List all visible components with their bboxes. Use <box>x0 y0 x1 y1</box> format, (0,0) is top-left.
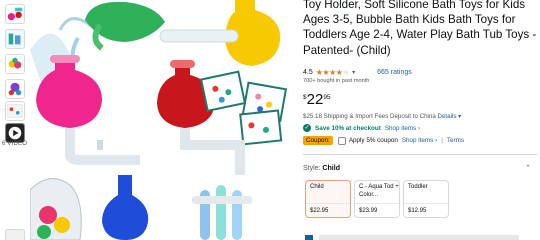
save-offer: ✓ Save 10% at checkout Shop items › <box>303 124 420 132</box>
thumbnail-column: 6 VIDEO <box>0 0 30 240</box>
coupon-shop-items-link[interactable]: Shop items <box>402 137 434 144</box>
product-thumb-icon <box>6 5 24 23</box>
bought-in-past-month: 700+ bought in past month <box>303 78 370 84</box>
save-text: Save 10% at checkout <box>315 124 381 132</box>
product-thumb-icon <box>6 55 24 73</box>
divider <box>306 203 350 204</box>
thumbnail-2[interactable] <box>5 29 25 49</box>
shop-items-link[interactable]: Shop items <box>385 125 417 132</box>
product-thumb-icon <box>6 102 24 120</box>
product-title: Toy Holder, Soft Silicone Bath Toys for … <box>303 0 537 57</box>
video-count-label: 6 VIDEO <box>2 141 28 147</box>
ratings-count-link[interactable]: 665 ratings <box>377 69 412 76</box>
coupon-badge: Coupon: <box>303 136 333 145</box>
product-thumb-icon <box>6 30 24 48</box>
separator: | <box>441 137 443 144</box>
bath-toy-illustration <box>30 0 288 240</box>
coupon-text[interactable]: Apply 5% coupon <box>349 137 398 144</box>
style-option-name: Toddler <box>408 184 428 190</box>
thumbnail-3[interactable] <box>5 54 25 74</box>
clipped-icon <box>305 235 313 240</box>
divider <box>303 154 538 155</box>
thumbnail-video[interactable] <box>5 123 25 143</box>
shipping-text: $25.18 Shipping & Import Fees Deposit to… <box>303 113 436 120</box>
price-fraction: 95 <box>323 94 331 101</box>
divider <box>404 203 448 204</box>
thumbnail-more[interactable] <box>5 229 25 240</box>
chevron-down-icon[interactable]: ▾ <box>352 69 355 76</box>
style-option-price: $23.99 <box>359 208 378 214</box>
chevron-up-icon[interactable]: ⌃ <box>525 164 531 172</box>
play-icon <box>8 126 22 140</box>
thumbnail-1[interactable] <box>5 4 25 24</box>
price-whole: 22 <box>306 91 324 108</box>
details-chevron-icon[interactable]: ▾ <box>458 113 461 120</box>
price: $ 22 95 <box>303 92 331 107</box>
main-product-image[interactable] <box>30 0 295 240</box>
divider <box>355 203 399 204</box>
shipping-info: $25.18 Shipping & Import Fees Deposit to… <box>303 113 461 120</box>
thumbnail-4[interactable] <box>5 79 25 99</box>
style-label: Style: <box>303 165 321 172</box>
checkmark-icon: ✓ <box>303 124 311 132</box>
style-option-aqua-toddler[interactable]: C - Aqua Tod + Color... $23.99 <box>354 180 400 218</box>
clipped-content <box>303 234 538 240</box>
star-rating-icon[interactable]: ★★★★★ <box>316 68 350 77</box>
style-option-toddler[interactable]: Toddler $12.95 <box>403 180 449 218</box>
style-option-price: $22.95 <box>310 208 329 214</box>
style-option-name: C - Aqua Tod + Color... <box>359 184 399 198</box>
rating-value: 4.5 <box>303 68 313 76</box>
coupon-chevron-icon: › <box>433 137 438 144</box>
style-option-name: Child <box>310 184 324 190</box>
product-info-panel: Toy Holder, Soft Silicone Bath Toys for … <box>303 0 540 240</box>
style-option-price: $12.95 <box>408 208 427 214</box>
rating-row: 4.5 ★★★★★ ▾ 665 ratings <box>303 66 412 78</box>
clipped-text <box>319 235 519 240</box>
coupon-checkbox[interactable] <box>337 136 346 145</box>
style-option-child[interactable]: Child $22.95 <box>305 180 351 218</box>
coupon-row: Coupon: Apply 5% coupon Shop items › | T… <box>303 136 464 145</box>
style-value: Child <box>322 165 340 172</box>
shipping-details-link[interactable]: Details <box>438 113 457 120</box>
thumbnail-5[interactable] <box>5 101 25 121</box>
chevron-right-icon: › <box>416 124 421 132</box>
product-thumb-icon <box>6 80 24 98</box>
style-selector-header[interactable]: Style: Child ⌃ <box>303 165 531 172</box>
terms-link[interactable]: Terms <box>447 137 464 144</box>
